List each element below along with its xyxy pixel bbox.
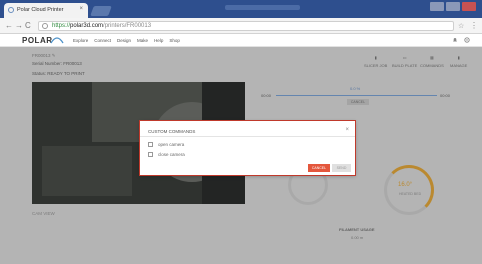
nav-help[interactable]: Help — [154, 38, 163, 43]
dialog-title: CUSTOM COMMANDS — [148, 129, 196, 134]
window-title-blur — [225, 5, 300, 10]
tab-close-icon[interactable]: × — [79, 6, 83, 12]
checkbox-close-camera[interactable] — [148, 152, 153, 158]
url-host: polar3d.com — [70, 23, 104, 29]
dialog-send-button[interactable]: SEND — [332, 164, 351, 172]
close-window-button[interactable] — [462, 2, 476, 11]
url-scheme: https:// — [52, 23, 71, 29]
forward-icon[interactable]: → — [15, 21, 23, 30]
notification-bell-icon[interactable] — [452, 37, 458, 43]
browser-tab[interactable]: Polar Cloud Printer × — [4, 3, 88, 18]
site-nav: Explore Connect Design Make Help Shop — [73, 38, 180, 43]
command-option-open-camera[interactable]: open camera — [148, 142, 184, 148]
new-tab-button[interactable] — [90, 6, 112, 16]
dialog-close-icon[interactable]: × — [345, 127, 349, 133]
back-icon[interactable]: ← — [5, 21, 13, 30]
favicon-icon — [8, 7, 14, 13]
checkbox-open-camera[interactable] — [148, 142, 153, 148]
logo-mark-icon — [50, 37, 64, 44]
window-controls — [430, 2, 476, 12]
nav-shop[interactable]: Shop — [169, 38, 180, 43]
reload-icon[interactable]: C — [25, 21, 31, 30]
url-input[interactable]: https://polar3d.com/printers/FR00013 — [38, 21, 454, 31]
secure-info-icon[interactable] — [42, 23, 48, 29]
nav-connect[interactable]: Connect — [94, 38, 111, 43]
nav-design[interactable]: Design — [117, 38, 131, 43]
command-option-close-camera[interactable]: close camera — [148, 152, 185, 158]
site-header: POLAR Explore Connect Design Make Help S… — [0, 34, 482, 47]
settings-gear-icon[interactable] — [464, 37, 470, 43]
nav-make[interactable]: Make — [137, 38, 148, 43]
browser-tab-bar: Polar Cloud Printer × — [0, 0, 482, 18]
custom-commands-dialog: CUSTOM COMMANDS × open camera close came… — [140, 121, 355, 175]
bookmark-star-icon[interactable]: ☆ — [458, 22, 464, 30]
dialog-cancel-button[interactable]: CANCEL — [308, 164, 330, 172]
site-logo[interactable]: POLAR — [22, 36, 53, 45]
browser-menu-icon[interactable]: ⋮ — [470, 21, 478, 30]
tab-title: Polar Cloud Printer — [17, 7, 64, 13]
maximize-button[interactable] — [446, 2, 460, 11]
minimize-button[interactable] — [430, 2, 444, 11]
dialog-divider — [140, 136, 355, 137]
url-path: /printers/FR00013 — [103, 23, 152, 29]
nav-explore[interactable]: Explore — [73, 38, 88, 43]
address-bar-row: ← → C https://polar3d.com/printers/FR000… — [0, 18, 482, 34]
